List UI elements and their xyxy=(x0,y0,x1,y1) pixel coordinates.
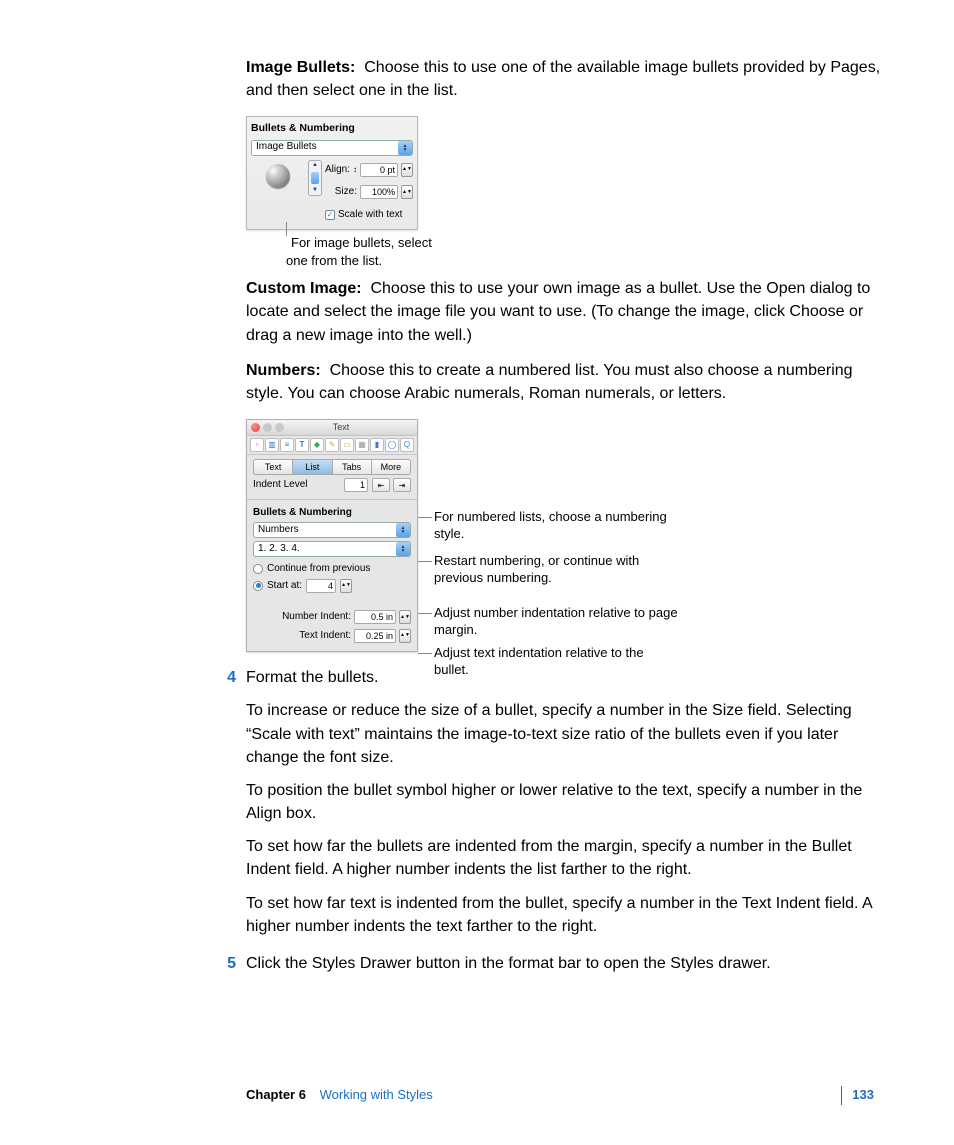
ruler-icon[interactable]: ✎ xyxy=(325,438,339,452)
para-custom-image: Custom Image: Choose this to use your ow… xyxy=(246,277,886,347)
layout-icon[interactable]: ▥ xyxy=(265,438,279,452)
fig2-num-indent-stepper[interactable]: ▲▼ xyxy=(399,610,411,624)
graphic-icon[interactable]: ◆ xyxy=(310,438,324,452)
quicktime-icon[interactable]: Q xyxy=(400,438,414,452)
chevron-updown-icon: ▲▼ xyxy=(396,542,410,556)
fig2-numbers-value: Numbers xyxy=(258,523,299,538)
indent-button[interactable]: ⇥ xyxy=(393,478,411,492)
fig1-image-scroller[interactable]: ▲ ▼ xyxy=(308,160,322,196)
footer-title: Working with Styles xyxy=(320,1087,433,1102)
fig1-align-label: Align: xyxy=(325,163,350,178)
fig2-num-indent-input[interactable] xyxy=(354,610,396,624)
para-image-bullets-label: Image Bullets: xyxy=(246,59,355,76)
document-icon[interactable]: ▫ xyxy=(250,438,264,452)
tab-tabs[interactable]: Tabs xyxy=(332,459,372,475)
fig2-callout-restart: Restart numbering, or continue with prev… xyxy=(434,553,678,587)
fig2-text-indent-stepper[interactable]: ▲▼ xyxy=(399,629,411,643)
fig2-text-indent-label: Text Indent: xyxy=(299,629,351,644)
scroll-thumb[interactable] xyxy=(311,172,319,184)
fig1-scale-label: Scale with text xyxy=(338,208,402,223)
chevron-up-icon: ▲ xyxy=(312,161,318,170)
text-icon[interactable]: T xyxy=(295,438,309,452)
page-footer: Chapter 6 Working with Styles 133 xyxy=(80,1086,874,1105)
fig1-align-input[interactable] xyxy=(360,163,398,177)
step-5-number: 5 xyxy=(220,952,246,975)
para-numbers-text: Choose this to create a numbered list. Y… xyxy=(246,362,853,402)
fig2-num-indent-label: Number Indent: xyxy=(282,610,351,625)
fig2-start-radio[interactable] xyxy=(253,581,263,591)
fig2-callout-textindent: Adjust text indentation relative to the … xyxy=(434,645,678,679)
close-icon[interactable] xyxy=(251,423,260,432)
fig2-text-indent-input[interactable] xyxy=(354,629,396,643)
metrics-icon[interactable]: ▭ xyxy=(340,438,354,452)
fig1-size-label: Size: xyxy=(335,185,357,200)
outdent-button[interactable]: ⇤ xyxy=(372,478,390,492)
fig2-toolbar: ▫ ▥ ≡ T ◆ ✎ ▭ ▦ ▮ ◯ Q xyxy=(247,436,417,455)
step-4-p1: To increase or reduce the size of a bull… xyxy=(246,699,886,769)
fig2-inspector-panel: Text ▫ ▥ ≡ T ◆ ✎ ▭ ▦ ▮ ◯ Q Text List Tab… xyxy=(246,419,418,652)
link-icon[interactable]: ◯ xyxy=(385,438,399,452)
step-4-p2: To position the bullet symbol higher or … xyxy=(246,779,886,825)
fig1-align-stepper[interactable]: ▲▼ xyxy=(401,163,413,177)
chevron-down-icon: ▼ xyxy=(312,186,318,195)
fig2-continue-radio[interactable] xyxy=(253,564,263,574)
footer-page-number: 133 xyxy=(841,1086,874,1105)
chevron-updown-icon: ▲▼ xyxy=(396,523,410,537)
table-icon[interactable]: ▦ xyxy=(355,438,369,452)
fig2-indent-input[interactable] xyxy=(344,478,368,492)
fig2-indent-label: Indent Level xyxy=(253,478,308,493)
fig1-caption: For image bullets, select one from the l… xyxy=(286,235,432,268)
chevron-updown-icon: ▲▼ xyxy=(398,141,412,155)
fig1-select-value: Image Bullets xyxy=(256,140,317,155)
fig1-size-input[interactable] xyxy=(360,185,398,199)
para-image-bullets: Image Bullets: Choose this to use one of… xyxy=(246,56,886,102)
footer-chapter: Chapter 6 xyxy=(246,1087,306,1102)
fig2-start-input[interactable] xyxy=(306,579,336,593)
para-numbers-label: Numbers: xyxy=(246,362,321,379)
fig2-bn-header: Bullets & Numbering xyxy=(247,502,417,523)
fig2-number-style-select[interactable]: 1. 2. 3. 4. ▲▼ xyxy=(253,541,411,557)
fig2-start-stepper[interactable]: ▲▼ xyxy=(340,579,352,593)
fig1-size-stepper[interactable]: ▲▼ xyxy=(401,185,413,199)
tab-list[interactable]: List xyxy=(292,459,332,475)
tab-text[interactable]: Text xyxy=(253,459,293,475)
fig1-panel: Bullets & Numbering Image Bullets ▲▼ ▲ ▼… xyxy=(246,116,418,230)
step-5-text: Click the Styles Drawer button in the fo… xyxy=(246,952,886,975)
para-numbers: Numbers: Choose this to create a numbere… xyxy=(246,359,886,405)
fig2-callout-style: For numbered lists, choose a numbering s… xyxy=(434,509,678,543)
tab-more[interactable]: More xyxy=(371,459,411,475)
fig2-title: Text xyxy=(265,421,417,434)
fig1-bullet-type-select[interactable]: Image Bullets ▲▼ xyxy=(251,140,413,156)
align-updown-icon: ↕ xyxy=(353,164,357,176)
fig2-number-style-value: 1. 2. 3. 4. xyxy=(258,542,300,557)
fig1-image-preview xyxy=(266,164,290,188)
fig2-numbers-select[interactable]: Numbers ▲▼ xyxy=(253,522,411,538)
fig2-titlebar: Text xyxy=(247,420,417,436)
step-4-p4: To set how far text is indented from the… xyxy=(246,892,886,938)
wrap-icon[interactable]: ≡ xyxy=(280,438,294,452)
step-4-number: 4 xyxy=(220,666,246,689)
chart-icon[interactable]: ▮ xyxy=(370,438,384,452)
step-4-p3: To set how far the bullets are indented … xyxy=(246,835,886,881)
fig2-start-label: Start at: xyxy=(267,579,302,594)
fig2-continue-label: Continue from previous xyxy=(267,562,370,577)
fig2-callout-numindent: Adjust number indentation relative to pa… xyxy=(434,605,678,639)
fig1-scale-checkbox[interactable]: ✓ xyxy=(325,210,335,220)
fig2-tabs: Text List Tabs More xyxy=(247,455,417,478)
para-custom-image-label: Custom Image: xyxy=(246,280,362,297)
fig1-header: Bullets & Numbering xyxy=(251,121,413,139)
